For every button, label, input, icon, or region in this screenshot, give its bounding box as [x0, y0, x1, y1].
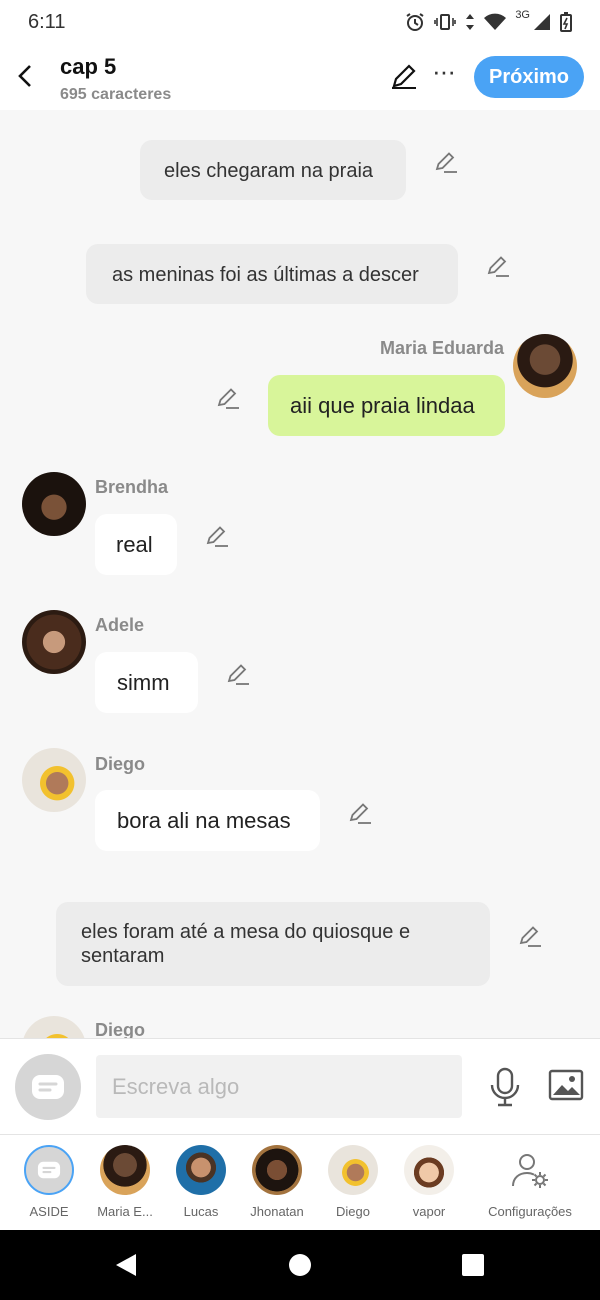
composer-bar: [0, 1038, 600, 1134]
narration-text: as meninas foi as últimas a descer: [112, 264, 419, 286]
next-button[interactable]: Próximo: [474, 56, 584, 98]
avatar: [252, 1145, 302, 1195]
edit-message-icon[interactable]: [485, 253, 511, 279]
avatar-brendha[interactable]: [22, 472, 86, 536]
narration-text: eles chegaram na praia: [164, 160, 374, 182]
message-text: bora ali na mesas: [117, 807, 291, 833]
character-aside[interactable]: ASIDE: [11, 1145, 87, 1219]
status-icons: 3G: [405, 9, 572, 32]
message-bubble-own[interactable]: aii que praia lindaa: [268, 375, 505, 436]
character-label: Diego: [336, 1204, 370, 1219]
aside-avatar: [24, 1145, 74, 1195]
vibrate-icon: [434, 14, 457, 30]
chapter-title: cap 5: [60, 54, 117, 79]
narration-bubble[interactable]: as meninas foi as últimas a descer: [86, 244, 458, 304]
message-bubble[interactable]: bora ali na mesas: [95, 790, 320, 851]
alarm-icon: [406, 13, 424, 31]
character-label: Configurações: [488, 1204, 572, 1219]
battery-icon: [560, 12, 572, 32]
message-text: simm: [117, 669, 170, 695]
message-text: real: [116, 531, 153, 557]
microphone-icon[interactable]: [488, 1067, 522, 1107]
sender-name: Brendha: [95, 477, 169, 497]
avatar: [100, 1145, 150, 1195]
system-nav-bar: [0, 1230, 600, 1300]
back-button[interactable]: [10, 56, 40, 96]
narration-text: eles foram até a mesa do quiosque e sent…: [81, 921, 411, 967]
settings-avatar: [505, 1145, 555, 1195]
edit-message-icon[interactable]: [433, 149, 459, 175]
avatar: [404, 1145, 454, 1195]
status-bar: 6:11 3G: [0, 0, 600, 44]
character-maria-eduarda[interactable]: Maria E...: [87, 1145, 163, 1219]
narration-bubble[interactable]: eles chegaram na praia: [140, 140, 406, 200]
character-label: vapor: [412, 1204, 446, 1219]
chapter-title-block: cap 5 695 caracteres: [60, 54, 171, 104]
data-arrows-icon: [466, 14, 475, 30]
sender-name: Adele: [95, 615, 145, 635]
edit-message-icon[interactable]: [225, 661, 251, 687]
edit-message-icon[interactable]: [204, 523, 230, 549]
message-text: aii que praia lindaa: [290, 392, 475, 418]
signal-icon: [534, 14, 550, 30]
sender-name: Diego: [95, 754, 146, 774]
avatar: [176, 1145, 226, 1195]
edit-message-icon[interactable]: [517, 923, 543, 949]
chevron-left-icon: [18, 65, 31, 87]
avatar-diego[interactable]: [22, 1016, 86, 1038]
character-selector: ASIDE Maria E... Lucas Jhonatan Diego va…: [0, 1134, 600, 1230]
sender-name: Maria Eduarda: [379, 338, 504, 358]
nav-home-icon[interactable]: [289, 1254, 311, 1276]
character-label: Maria E...: [97, 1204, 153, 1219]
message-input[interactable]: [96, 1055, 462, 1118]
avatar-diego[interactable]: [22, 748, 86, 812]
nav-recents-icon[interactable]: [462, 1254, 484, 1276]
message-bubble[interactable]: real: [95, 514, 177, 575]
character-jhonatan[interactable]: Jhonatan: [239, 1145, 315, 1219]
avatar-adele[interactable]: [22, 610, 86, 674]
character-vapor[interactable]: vapor: [391, 1145, 467, 1219]
app-bar: cap 5 695 caracteres ··· Próximo: [0, 44, 600, 110]
image-icon[interactable]: [548, 1069, 584, 1101]
narration-bubble[interactable]: eles foram até a mesa do quiosque e sent…: [56, 902, 490, 986]
message-lines-icon: [32, 1075, 64, 1099]
character-diego[interactable]: Diego: [315, 1145, 391, 1219]
status-time: 6:11: [28, 10, 66, 33]
network-type: 3G: [515, 9, 530, 21]
user-settings-icon: [512, 1154, 548, 1188]
message-lines-icon: [37, 1161, 61, 1179]
character-count: 695 caracteres: [60, 86, 172, 103]
avatar: [328, 1145, 378, 1195]
character-label: Jhonatan: [250, 1204, 304, 1219]
character-label: Lucas: [183, 1204, 219, 1219]
edit-message-icon[interactable]: [215, 385, 241, 411]
avatar-maria-eduarda[interactable]: [513, 334, 577, 398]
wifi-icon: [484, 13, 507, 30]
message-bubble[interactable]: simm: [95, 652, 198, 713]
sender-name: Diego: [95, 1020, 146, 1038]
edit-title-icon[interactable]: [390, 62, 418, 90]
character-lucas[interactable]: Lucas: [163, 1145, 239, 1219]
chat-area[interactable]: eles chegaram na praia as meninas foi as…: [0, 110, 600, 1038]
character-label: ASIDE: [29, 1204, 69, 1219]
character-settings[interactable]: Configurações: [481, 1145, 579, 1219]
edit-message-icon[interactable]: [347, 800, 373, 826]
narrator-toggle-button[interactable]: [15, 1054, 81, 1120]
more-options-icon[interactable]: ···: [432, 56, 456, 87]
nav-back-icon[interactable]: [114, 1253, 138, 1277]
